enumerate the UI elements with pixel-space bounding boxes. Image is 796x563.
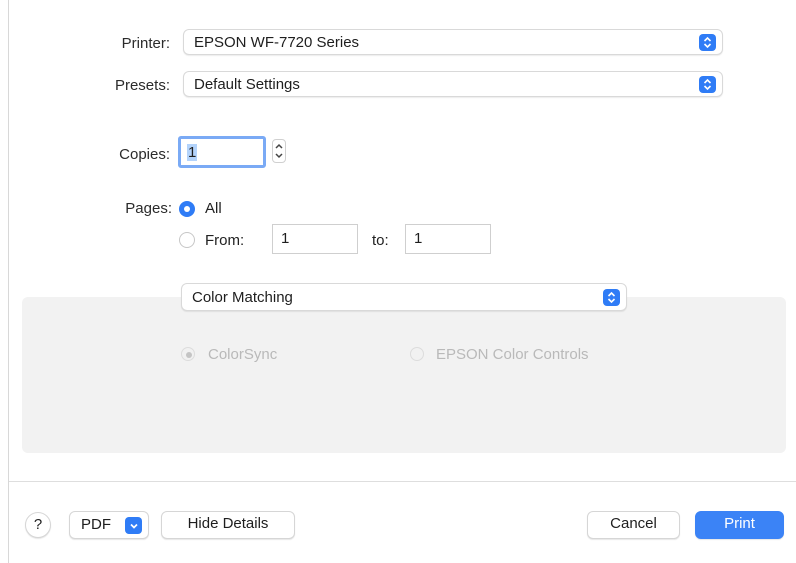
pages-from-label: From: <box>205 232 245 249</box>
hide-details-button[interactable]: Hide Details <box>161 511 295 539</box>
presets-popup[interactable]: Default Settings <box>183 71 723 97</box>
printer-popup[interactable]: EPSON WF-7720 Series <box>183 29 723 55</box>
colorsync-label: ColorSync <box>208 346 278 363</box>
printer-value: EPSON WF-7720 Series <box>194 34 360 51</box>
colorsync-radio[interactable] <box>181 347 195 361</box>
pages-from-value: 1 <box>281 230 290 247</box>
pages-from-field[interactable]: 1 <box>272 224 358 254</box>
options-panel <box>22 297 786 453</box>
pages-all-radio[interactable] <box>179 201 195 217</box>
chevron-updown-icon <box>603 289 620 306</box>
presets-label: Presets: <box>114 77 170 94</box>
copies-label: Copies: <box>119 146 170 163</box>
section-value: Color Matching <box>192 289 293 306</box>
pages-from-radio[interactable] <box>179 232 195 248</box>
section-popup[interactable]: Color Matching <box>181 283 627 311</box>
epson-color-controls-radio[interactable] <box>410 347 424 361</box>
pages-to-field[interactable]: 1 <box>405 224 491 254</box>
pages-to-label: to: <box>372 232 389 249</box>
pdf-button[interactable]: PDF <box>69 511 149 539</box>
presets-value: Default Settings <box>194 76 300 93</box>
help-button[interactable]: ? <box>25 512 51 538</box>
pages-all-label: All <box>205 200 222 217</box>
pdf-label: PDF <box>81 516 111 533</box>
chevron-updown-icon <box>699 76 716 93</box>
copies-stepper[interactable] <box>272 139 286 163</box>
epson-color-controls-label: EPSON Color Controls <box>436 346 589 363</box>
window-left-edge <box>8 0 9 563</box>
stepper-arrows-icon <box>275 143 283 159</box>
chevron-down-icon <box>125 517 142 534</box>
copies-field[interactable]: 1 <box>178 136 266 168</box>
pages-to-value: 1 <box>414 230 423 247</box>
pages-label: Pages: <box>125 200 172 217</box>
copies-value: 1 <box>187 144 198 161</box>
footer-divider <box>9 481 796 482</box>
print-button[interactable]: Print <box>695 511 784 539</box>
cancel-button[interactable]: Cancel <box>587 511 680 539</box>
chevron-updown-icon <box>699 34 716 51</box>
printer-label: Printer: <box>121 35 170 52</box>
